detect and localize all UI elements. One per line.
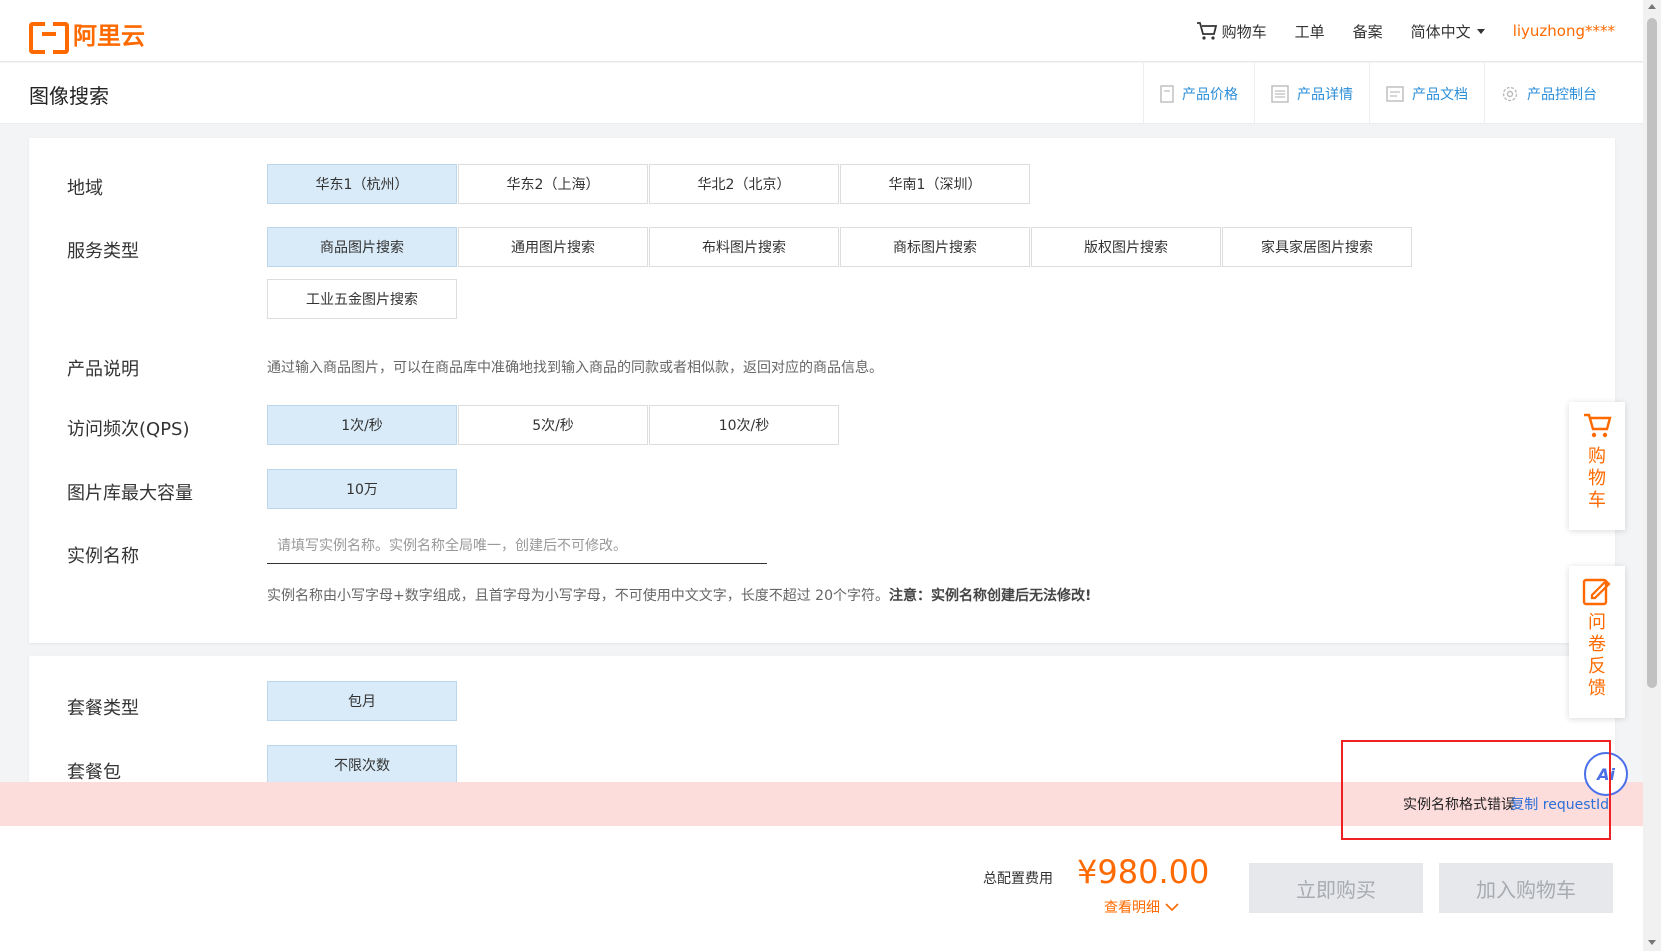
language-select[interactable]: 简体中文 — [1411, 21, 1485, 42]
service-option-trademark[interactable]: 商标图片搜索 — [840, 227, 1030, 267]
region-option-shanghai[interactable]: 华东2（上海） — [458, 164, 648, 204]
service-option-general[interactable]: 通用图片搜索 — [458, 227, 648, 267]
service-option-copyright[interactable]: 版权图片搜索 — [1031, 227, 1221, 267]
link-label: 产品价格 — [1182, 86, 1238, 103]
capacity-option-100k[interactable]: 10万 — [267, 469, 457, 509]
page-title: 图像搜索 — [29, 84, 109, 108]
service-option-product[interactable]: 商品图片搜索 — [267, 227, 457, 267]
floating-cart[interactable]: 购物车 — [1569, 402, 1625, 530]
product-desc-label: 产品说明 — [67, 359, 139, 380]
scroll-thumb[interactable] — [1647, 18, 1657, 688]
scroll-down-icon[interactable] — [1648, 940, 1656, 945]
nav-cart[interactable]: 购物车 — [1196, 21, 1267, 42]
link-label: 产品控制台 — [1527, 86, 1597, 103]
price-doc-icon — [1160, 84, 1174, 103]
config-card: 地域 华东1（杭州） 华东2（上海） 华北2（北京） 华南1（深圳） 服务类型 … — [29, 138, 1615, 643]
hint-text: 实例名称由小写字母+数字组成，且首字母为小写字母，不可使用中文文字，长度不超过 … — [267, 588, 889, 604]
scroll-up-icon[interactable] — [1648, 4, 1656, 9]
nav-cart-label: 购物车 — [1221, 22, 1267, 41]
product-description: 通过输入商品图片，可以在商品库中准确地找到输入商品的同款或者相似款，返回对应的商… — [267, 360, 883, 376]
top-nav: 购物车 工单 备案 简体中文 liyuzhong**** — [1168, 0, 1615, 62]
language-label: 简体中文 — [1410, 22, 1471, 41]
cart-icon — [1196, 22, 1217, 40]
scrollbar[interactable] — [1643, 0, 1661, 951]
nav-filing[interactable]: 备案 — [1353, 21, 1383, 42]
top-header: 阿里云 购物车 工单 备案 简体中文 liyuzhong**** — [0, 0, 1643, 62]
link-product-console[interactable]: 产品控制台 — [1484, 63, 1613, 124]
product-links: 产品价格 产品详情 产品文档 产品控制台 — [1143, 63, 1613, 124]
buy-now-button[interactable]: 立即购买 — [1249, 863, 1423, 913]
edit-icon — [1582, 578, 1611, 606]
qps-option-5[interactable]: 5次/秒 — [458, 405, 648, 445]
aliyun-logo-icon — [29, 21, 69, 54]
hint-warning: 注意：实例名称创建后无法修改! — [889, 588, 1092, 604]
chevron-down-icon — [1165, 903, 1179, 912]
gear-icon — [1502, 86, 1518, 101]
purchase-bar: 总配置费用 ¥980.00 查看明细 立即购买 加入购物车 — [0, 826, 1643, 951]
floating-feedback[interactable]: 问卷反馈 — [1569, 566, 1625, 718]
service-type-label: 服务类型 — [67, 241, 139, 262]
instance-name-input[interactable] — [267, 528, 767, 564]
view-detail-link[interactable]: 查看明细 — [1104, 897, 1180, 917]
total-cost-label: 总配置费用 — [983, 871, 1053, 887]
link-product-detail[interactable]: 产品详情 — [1254, 63, 1369, 124]
package-pack-unlimited[interactable]: 不限次数 — [267, 745, 457, 785]
floating-feedback-label: 问卷反馈 — [1588, 612, 1606, 699]
user-account[interactable]: liyuzhong**** — [1513, 22, 1615, 40]
link-label: 产品详情 — [1297, 86, 1353, 103]
logo-text: 阿里云 — [73, 22, 145, 50]
region-option-hangzhou[interactable]: 华东1（杭州） — [267, 164, 457, 204]
region-label: 地域 — [67, 178, 103, 199]
instance-name-hint: 实例名称由小写字母+数字组成，且首字母为小写字母，不可使用中文文字，长度不超过 … — [267, 585, 1091, 605]
qps-option-10[interactable]: 10次/秒 — [649, 405, 839, 445]
aliyun-logo[interactable]: 阿里云 — [29, 16, 145, 54]
service-option-hardware[interactable]: 工业五金图片搜索 — [267, 279, 457, 319]
link-product-docs[interactable]: 产品文档 — [1369, 63, 1484, 124]
caret-down-icon — [1476, 28, 1485, 34]
qps-option-1[interactable]: 1次/秒 — [267, 405, 457, 445]
product-bar: 图像搜索 产品价格 产品详情 产品文档 产品控制台 — [0, 63, 1643, 124]
capacity-label: 图片库最大容量 — [67, 483, 193, 504]
nav-ticket[interactable]: 工单 — [1295, 21, 1325, 42]
qps-label: 访问频次(QPS) — [67, 419, 190, 440]
package-pack-label: 套餐包 — [67, 762, 121, 783]
service-option-fabric[interactable]: 布料图片搜索 — [649, 227, 839, 267]
region-option-beijing[interactable]: 华北2（北京） — [649, 164, 839, 204]
service-option-furniture[interactable]: 家具家居图片搜索 — [1222, 227, 1412, 267]
package-type-label: 套餐类型 — [67, 698, 139, 719]
link-product-price[interactable]: 产品价格 — [1143, 63, 1254, 124]
floating-cart-label: 购物车 — [1588, 446, 1606, 511]
highlight-box — [1341, 740, 1611, 840]
region-option-shenzhen[interactable]: 华南1（深圳） — [840, 164, 1030, 204]
link-label: 产品文档 — [1412, 86, 1468, 103]
document-icon — [1386, 85, 1404, 102]
add-to-cart-button[interactable]: 加入购物车 — [1439, 863, 1613, 913]
instance-name-label: 实例名称 — [67, 546, 139, 567]
list-doc-icon — [1271, 84, 1289, 103]
package-type-monthly[interactable]: 包月 — [267, 681, 457, 721]
cart-icon — [1584, 413, 1612, 438]
view-detail-label: 查看明细 — [1104, 900, 1160, 916]
total-price: ¥980.00 — [1077, 853, 1210, 891]
